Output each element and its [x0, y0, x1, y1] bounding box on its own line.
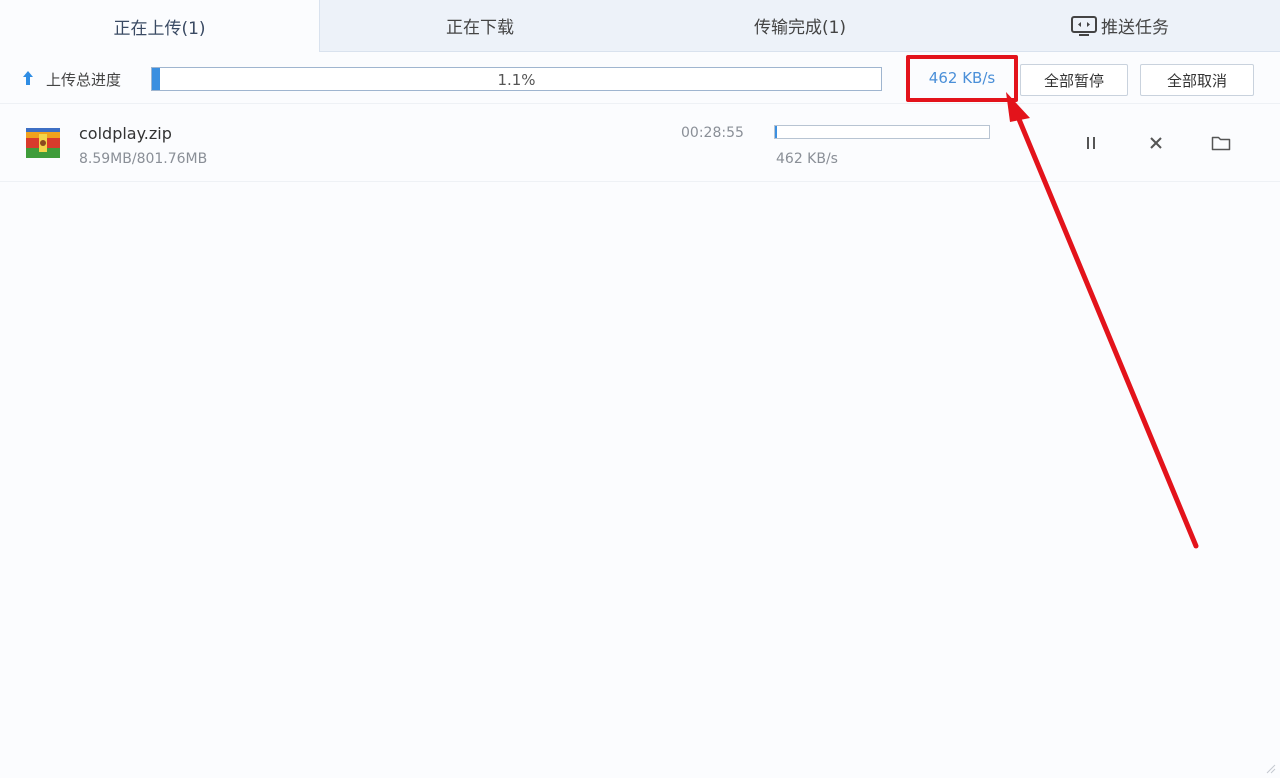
- speed-highlight-box: [906, 55, 1018, 102]
- tab-push-tasks-label: 推送任务: [1101, 18, 1169, 38]
- file-size: 8.59MB/801.76MB: [79, 151, 208, 167]
- tab-downloading[interactable]: 正在下载: [320, 0, 640, 51]
- total-progress-label: 上传总进度: [46, 71, 122, 89]
- tab-uploading-label: 正在上传(1): [113, 18, 206, 39]
- pause-button[interactable]: [1080, 132, 1102, 154]
- tv-icon: [1071, 15, 1097, 36]
- file-time-remaining: 00:28:55: [681, 125, 744, 141]
- list-item: coldplay.zip 8.59MB/801.76MB 00:28:55 46…: [0, 104, 1280, 182]
- transfer-tabs: 正在上传(1) 正在下载 传输完成(1) 推送任务: [0, 0, 1280, 52]
- total-progress-row: 上传总进度 1.1% 462 KB/s 全部暂停 全部取消: [0, 52, 1280, 104]
- file-progress-fill: [775, 126, 778, 138]
- close-icon: [1150, 137, 1162, 149]
- tab-completed[interactable]: 传输完成(1): [640, 0, 960, 51]
- zip-archive-icon: [26, 128, 60, 158]
- open-folder-button[interactable]: [1210, 132, 1232, 154]
- total-progress-percent: 1.1%: [497, 71, 536, 89]
- pause-all-button[interactable]: 全部暂停: [1020, 64, 1128, 96]
- tab-downloading-label: 正在下载: [446, 18, 514, 38]
- cancel-button[interactable]: [1145, 132, 1167, 154]
- total-progress-bar: 1.1%: [151, 67, 882, 91]
- upload-arrow-icon: [23, 71, 33, 85]
- tab-push-tasks[interactable]: 推送任务: [960, 0, 1280, 51]
- tab-uploading[interactable]: 正在上传(1): [0, 0, 320, 52]
- file-name: coldplay.zip: [79, 124, 172, 143]
- resize-grip-icon[interactable]: [1264, 762, 1276, 774]
- file-speed: 462 KB/s: [776, 151, 838, 167]
- tab-completed-label: 传输完成(1): [753, 18, 847, 38]
- cancel-all-button[interactable]: 全部取消: [1140, 64, 1254, 96]
- file-progress-bar: [774, 125, 990, 139]
- folder-icon: [1211, 136, 1231, 151]
- pause-icon: [1087, 137, 1095, 149]
